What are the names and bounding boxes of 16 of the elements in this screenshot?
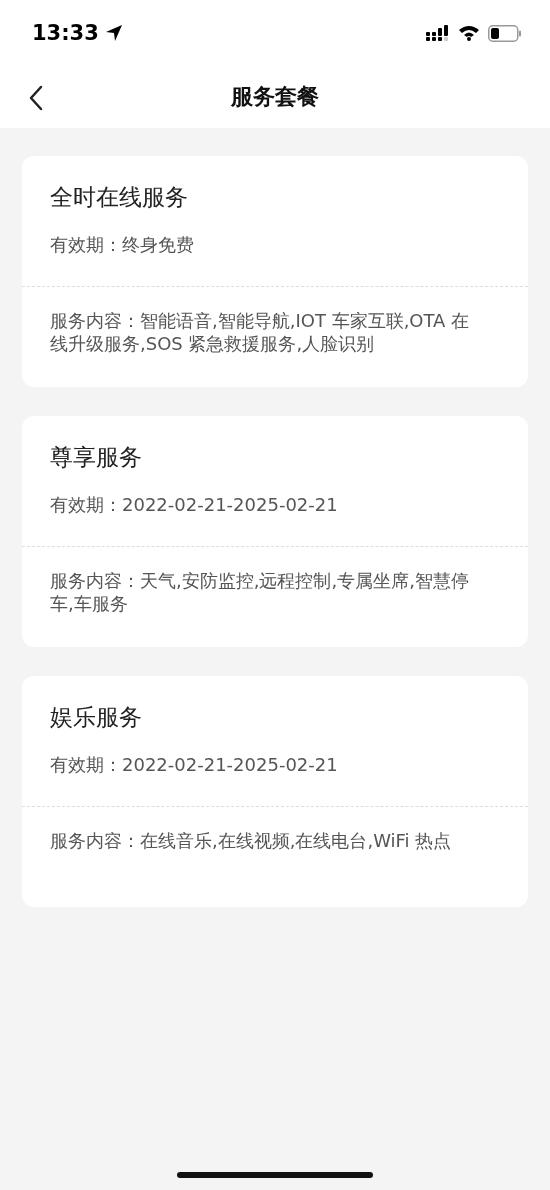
battery-icon [488,24,522,42]
service-content-text: 服务内容：在线音乐,在线视频,在线电台,WiFi 热点 [50,829,453,853]
service-content-text: 服务内容：智能语音,智能导航,IOT 车家互联,OTA 在线升级服务,SOS 紧急救援服务,人脸识别 [50,309,471,356]
validity-text: 有效期：2022-02-21-2025-02-21 [50,753,339,777]
package-name: 娱乐服务 [50,703,143,732]
signal-icon [426,25,450,41]
wifi-icon [458,25,480,41]
back-icon [28,85,44,111]
location-arrow-icon [104,24,123,42]
validity-text: 有效期：2022-02-21-2025-02-21 [50,493,339,517]
package-name: 全时在线服务 [50,183,189,212]
status-time: 13:33 [32,21,99,45]
package-name: 尊享服务 [50,443,143,472]
service-content-text: 服务内容：天气,安防监控,远程控制,专属坐席,智慧停车,车服务 [50,569,470,616]
validity-text: 有效期：终身免费 [50,233,195,257]
page-title: 服务套餐 [231,83,319,111]
